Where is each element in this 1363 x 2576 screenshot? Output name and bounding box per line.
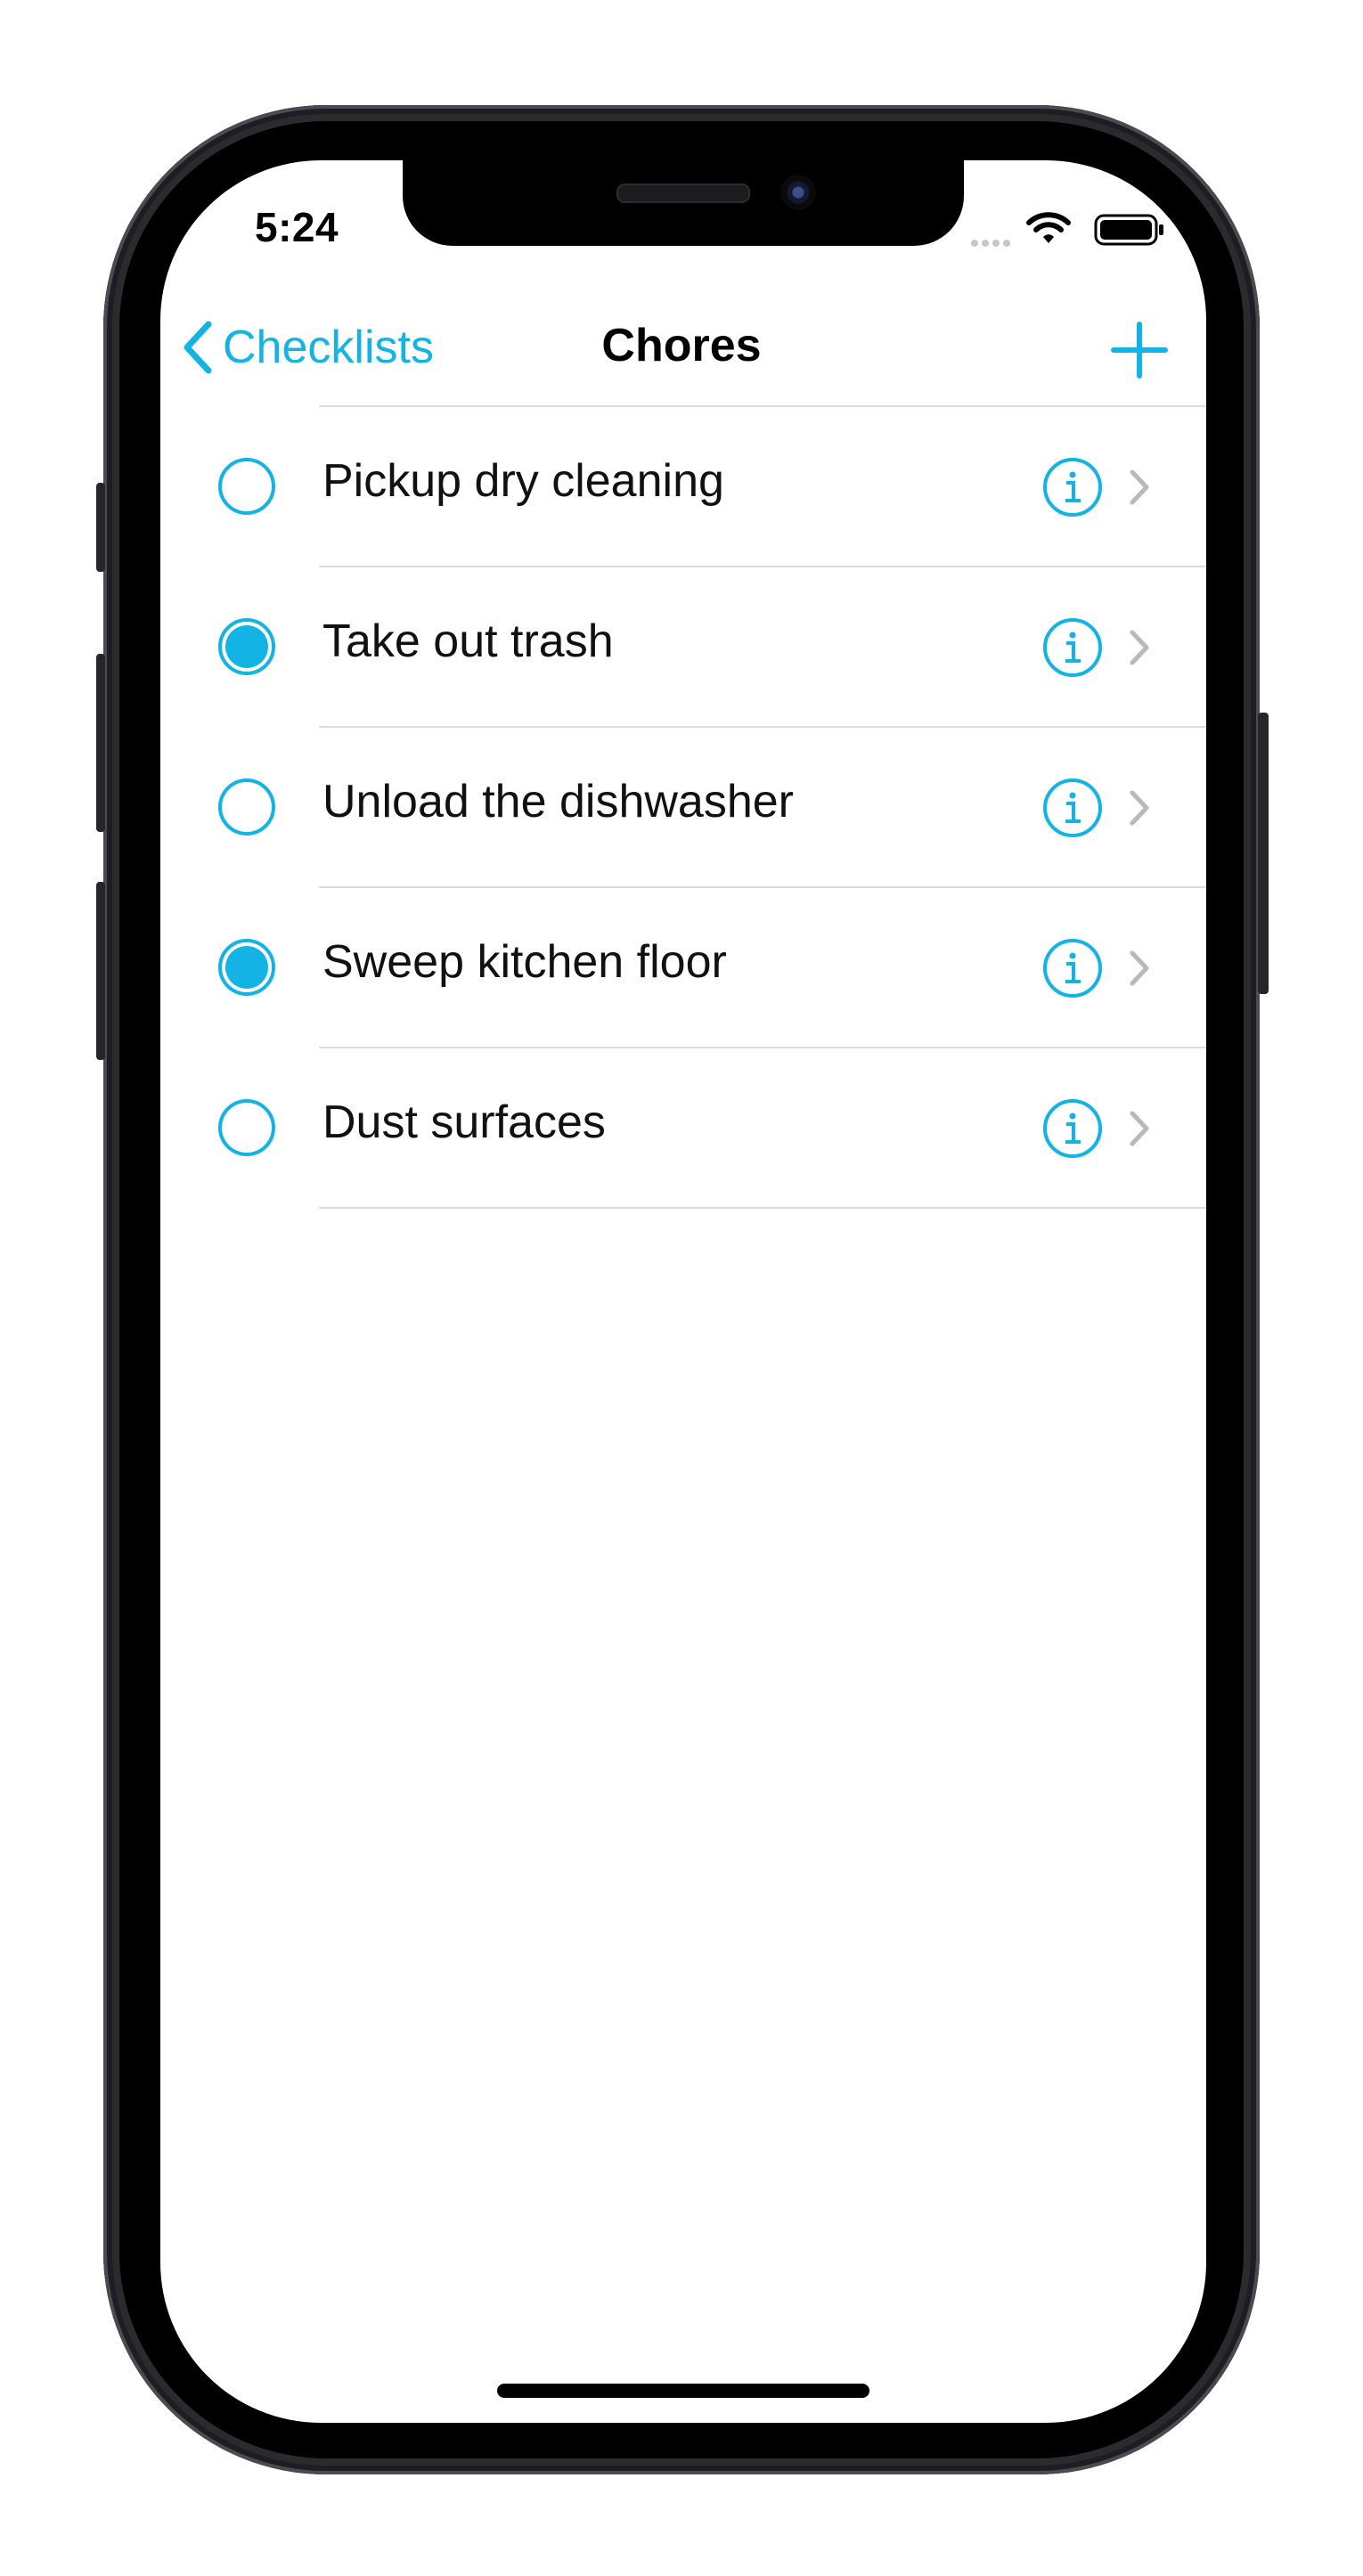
- circle-checkbox-icon[interactable]: [217, 778, 276, 836]
- item-title: Sweep kitchen floor: [322, 936, 727, 988]
- plus-icon[interactable]: [1108, 319, 1171, 381]
- silent-switch: [96, 483, 105, 572]
- item-title: Pickup dry cleaning: [322, 455, 724, 507]
- info-icon[interactable]: [1042, 938, 1103, 999]
- list-item[interactable]: Take out trash: [160, 567, 1206, 728]
- list-item[interactable]: Dust surfaces: [160, 1048, 1206, 1209]
- circle-checkbox-icon[interactable]: [217, 1098, 276, 1157]
- home-indicator[interactable]: [497, 2384, 869, 2398]
- chevron-right-icon: [1130, 950, 1149, 986]
- list-item[interactable]: Unload the dishwasher: [160, 728, 1206, 888]
- list-item[interactable]: Sweep kitchen floor: [160, 888, 1206, 1048]
- earpiece-speaker: [616, 183, 750, 203]
- info-icon[interactable]: [1042, 457, 1103, 518]
- info-icon[interactable]: [1042, 617, 1103, 678]
- chore-list: Pickup dry cleaning Take out trash Unloa…: [160, 407, 1206, 1209]
- list-item[interactable]: Pickup dry cleaning: [160, 407, 1206, 567]
- chevron-right-icon: [1130, 1111, 1149, 1146]
- chevron-right-icon: [1130, 790, 1149, 826]
- volume-up-button: [96, 654, 105, 832]
- circle-checkbox-icon[interactable]: [217, 938, 276, 997]
- item-title: Dust surfaces: [322, 1096, 606, 1148]
- info-icon[interactable]: [1042, 778, 1103, 838]
- power-button: [1258, 713, 1269, 994]
- row-separator: [319, 1207, 1206, 1209]
- wifi-icon: [1026, 212, 1071, 243]
- volume-down-button: [96, 882, 105, 1060]
- chevron-right-icon: [1130, 630, 1149, 665]
- circle-checkbox-icon[interactable]: [217, 457, 276, 516]
- chevron-right-icon: [1130, 469, 1149, 505]
- battery-icon: [1094, 214, 1163, 246]
- info-icon[interactable]: [1042, 1098, 1103, 1159]
- front-camera: [780, 175, 816, 210]
- status-time: 5:24: [255, 204, 339, 250]
- item-title: Take out trash: [322, 615, 614, 667]
- item-title: Unload the dishwasher: [322, 776, 794, 827]
- status-icons: [971, 210, 1167, 247]
- circle-checkbox-icon[interactable]: [217, 617, 276, 676]
- cellular-signal-icon: [971, 235, 1014, 251]
